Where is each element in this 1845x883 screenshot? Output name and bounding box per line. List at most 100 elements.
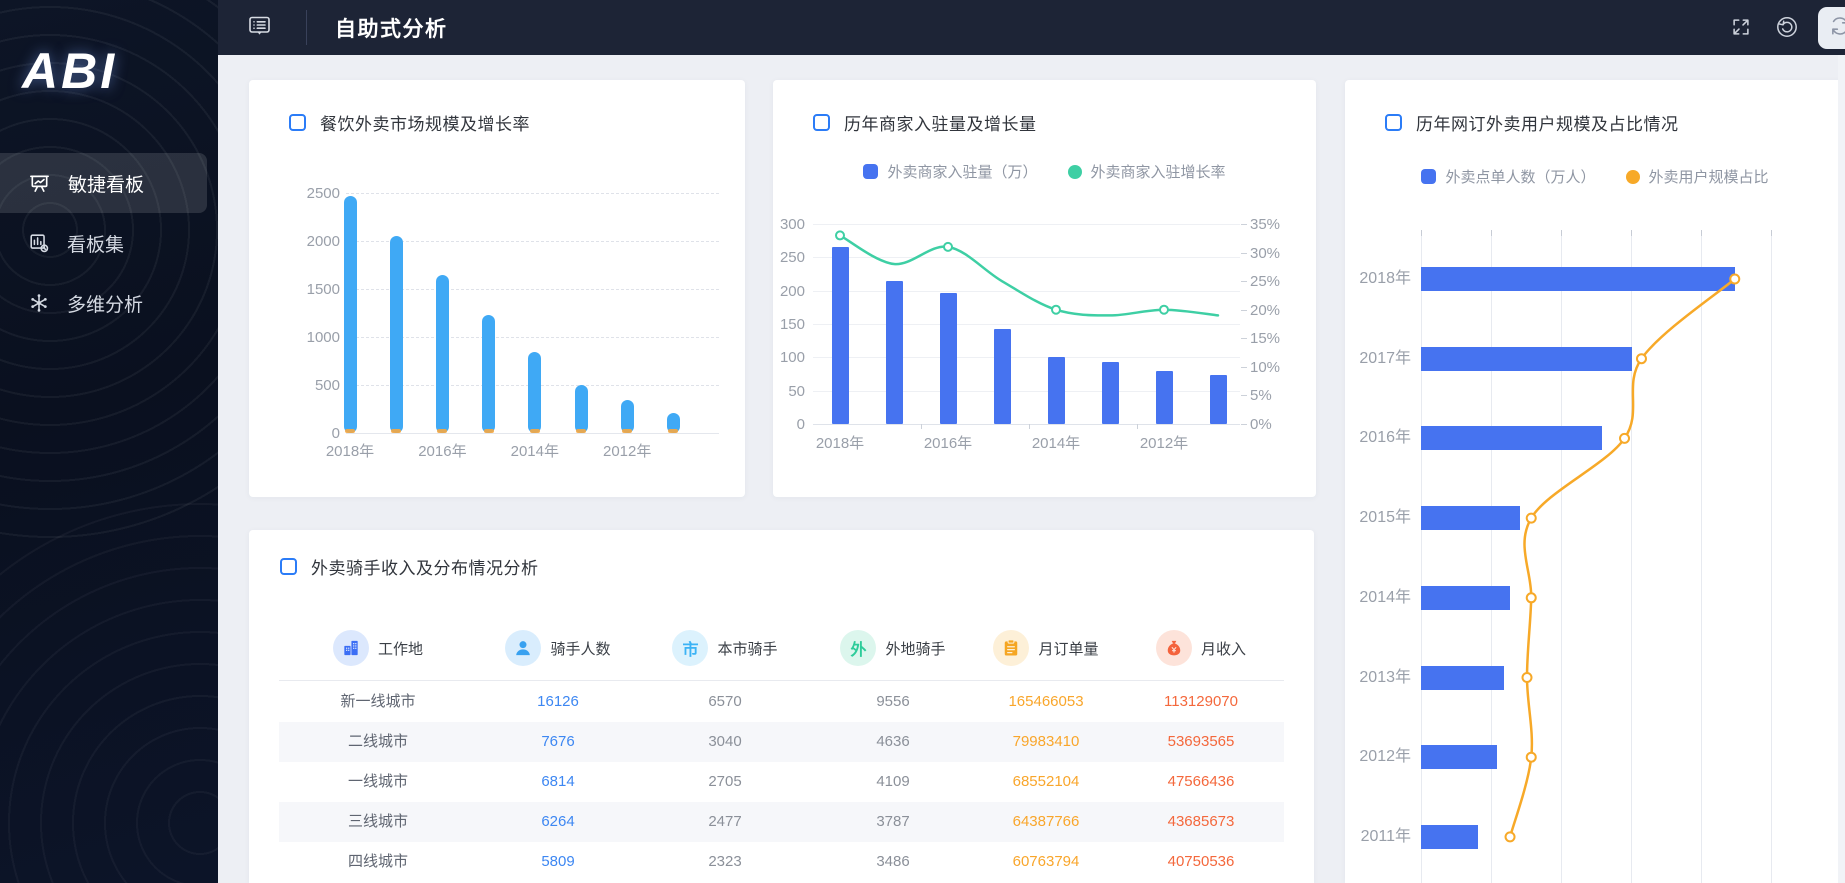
table-cell: 2477 [708,813,742,830]
data-point-marker[interactable] [1729,273,1741,285]
table-cell: 6570 [708,693,742,710]
gridline-vertical [1421,230,1422,883]
card-title: 外卖骑手收入及分布情况分析 [311,559,539,578]
axis-tick [1241,224,1247,225]
undo-icon[interactable] [1775,15,1799,44]
data-point-marker[interactable] [1504,831,1516,843]
axis-tick [1561,230,1562,236]
app-root: ABI 敏捷看板 看板集 多维分析 自助式分析 餐饮外卖市场规模及增长率 0 500 1… [0,0,1845,883]
merchant-bar[interactable] [885,280,903,424]
growth-line-dot [391,429,402,433]
table-cell: 三线城市 [347,813,408,830]
legend-item[interactable]: 外卖用户规模占比 [1625,166,1769,187]
y-axis-label: 0 [331,425,340,442]
secondary-y-axis-label: 10% [1250,358,1281,376]
axis-tick [1241,252,1247,254]
vertical-scrollbar[interactable] [1838,55,1845,883]
legend-label: 外卖商家入驻增长率 [1090,164,1226,181]
market-scale-bar[interactable] [482,314,496,433]
data-point-marker[interactable] [1159,304,1169,315]
card-checkbox[interactable] [280,558,297,575]
market-scale-bar[interactable] [343,195,357,433]
data-point-marker[interactable] [1635,353,1647,365]
axis-tick [1241,309,1247,311]
page-title: 自助式分析 [335,18,448,41]
axis-tick [1241,281,1247,283]
sidebar-item-agile-dashboard[interactable]: 敏捷看板 [0,153,207,213]
user-count-bar[interactable] [1421,506,1520,531]
x-axis-label: 2018年 [325,443,375,460]
sidebar-item-label: 多维分析 [67,294,144,316]
gridline [813,257,1240,259]
user-count-bar[interactable] [1421,665,1504,690]
merchant-bar[interactable] [939,293,957,424]
merchant-bar[interactable] [1047,356,1065,424]
sidebar: ABI 敏捷看板 看板集 多维分析 [0,0,218,883]
x-axis-tick [1137,424,1138,429]
fullscreen-icon[interactable] [1730,16,1752,43]
refresh-icon [1829,15,1845,42]
table-cell[interactable]: 7676 [463,722,653,762]
market-scale-bar[interactable] [435,274,449,433]
card-head: 外卖骑手收入及分布情况分析 [280,554,539,579]
growth-line-dot [576,429,586,433]
table-cell: 40750536 [1167,853,1235,870]
column-label: 本市骑手 [717,640,778,658]
market-scale-bar[interactable] [389,236,403,433]
column-label: 工作地 [377,640,423,658]
sidebar-item-multidim-analysis[interactable]: 多维分析 [0,273,218,333]
data-point-marker[interactable] [1521,672,1533,683]
merchant-bar[interactable] [1155,371,1173,424]
merchant-bar[interactable] [1209,375,1227,424]
data-point-marker[interactable] [943,241,953,252]
merchant-bar[interactable] [993,329,1011,424]
merchant-bar[interactable] [1101,362,1119,424]
gridline [813,324,1240,325]
table-cell[interactable]: 5809 [463,842,653,882]
city-char-icon: 市 [672,630,709,666]
user-count-bar[interactable] [1421,267,1736,291]
table-cell[interactable]: 16126 [463,682,653,722]
market-scale-bar[interactable] [574,384,588,433]
x-axis-label: 2016年 [923,435,973,452]
legend-label: 外卖用户规模占比 [1648,169,1769,186]
merchant-bar[interactable] [831,247,849,424]
refresh-button[interactable] [1818,7,1845,49]
growth-line-dot [622,429,633,433]
column-header: 月收入 [1106,626,1296,670]
card-merchants: 历年商家入驻量及增长量 外卖商家入驻量（万） 外卖商家入驻增长率 0 50 100 15… [773,80,1316,497]
card-head: 历年商家入驻量及增长量 [813,110,1037,135]
report-list-icon[interactable] [246,14,273,44]
data-point-marker[interactable] [1525,512,1537,524]
table-cell: 二线城市 [347,733,408,750]
category-label: 2014年 [1359,588,1411,606]
legend-item[interactable]: 外卖商家入驻增长率 [1067,161,1226,182]
data-point-marker[interactable] [1619,432,1631,444]
table-cell[interactable]: 6814 [463,762,653,802]
category-label: 2016年 [1359,429,1411,447]
user-count-bar[interactable] [1421,346,1632,371]
axis-tick [1421,230,1422,236]
axis-tick [1241,338,1247,340]
card-checkbox[interactable] [289,114,306,131]
data-point-marker[interactable] [1051,304,1061,315]
legend-item[interactable]: 外卖点单人数（万人） [1421,166,1596,187]
user-count-bar[interactable] [1421,585,1510,610]
sidebar-item-kanban-set[interactable]: 看板集 [0,213,218,273]
column-header: 市本市骑手 [630,626,820,670]
table-cell[interactable]: 6264 [463,802,653,842]
y-axis-label: 0 [796,416,805,433]
user-count-bar[interactable] [1421,824,1479,849]
card-checkbox[interactable] [813,114,830,131]
user-count-bar[interactable] [1421,426,1602,451]
card-market-scale: 餐饮外卖市场规模及增长率 0 500 1000 1500 2000 2500 2018年 20… [249,80,745,497]
axis-tick [1241,366,1247,368]
card-checkbox[interactable] [1385,114,1402,131]
data-point-marker[interactable] [1525,592,1537,604]
user-count-bar[interactable] [1421,745,1497,770]
data-point-marker[interactable] [1525,751,1537,763]
legend-line-swatch [1067,164,1082,179]
market-scale-bar[interactable] [528,352,542,433]
data-point-marker[interactable] [835,230,845,241]
legend-item[interactable]: 外卖商家入驻量（万） [863,161,1038,182]
